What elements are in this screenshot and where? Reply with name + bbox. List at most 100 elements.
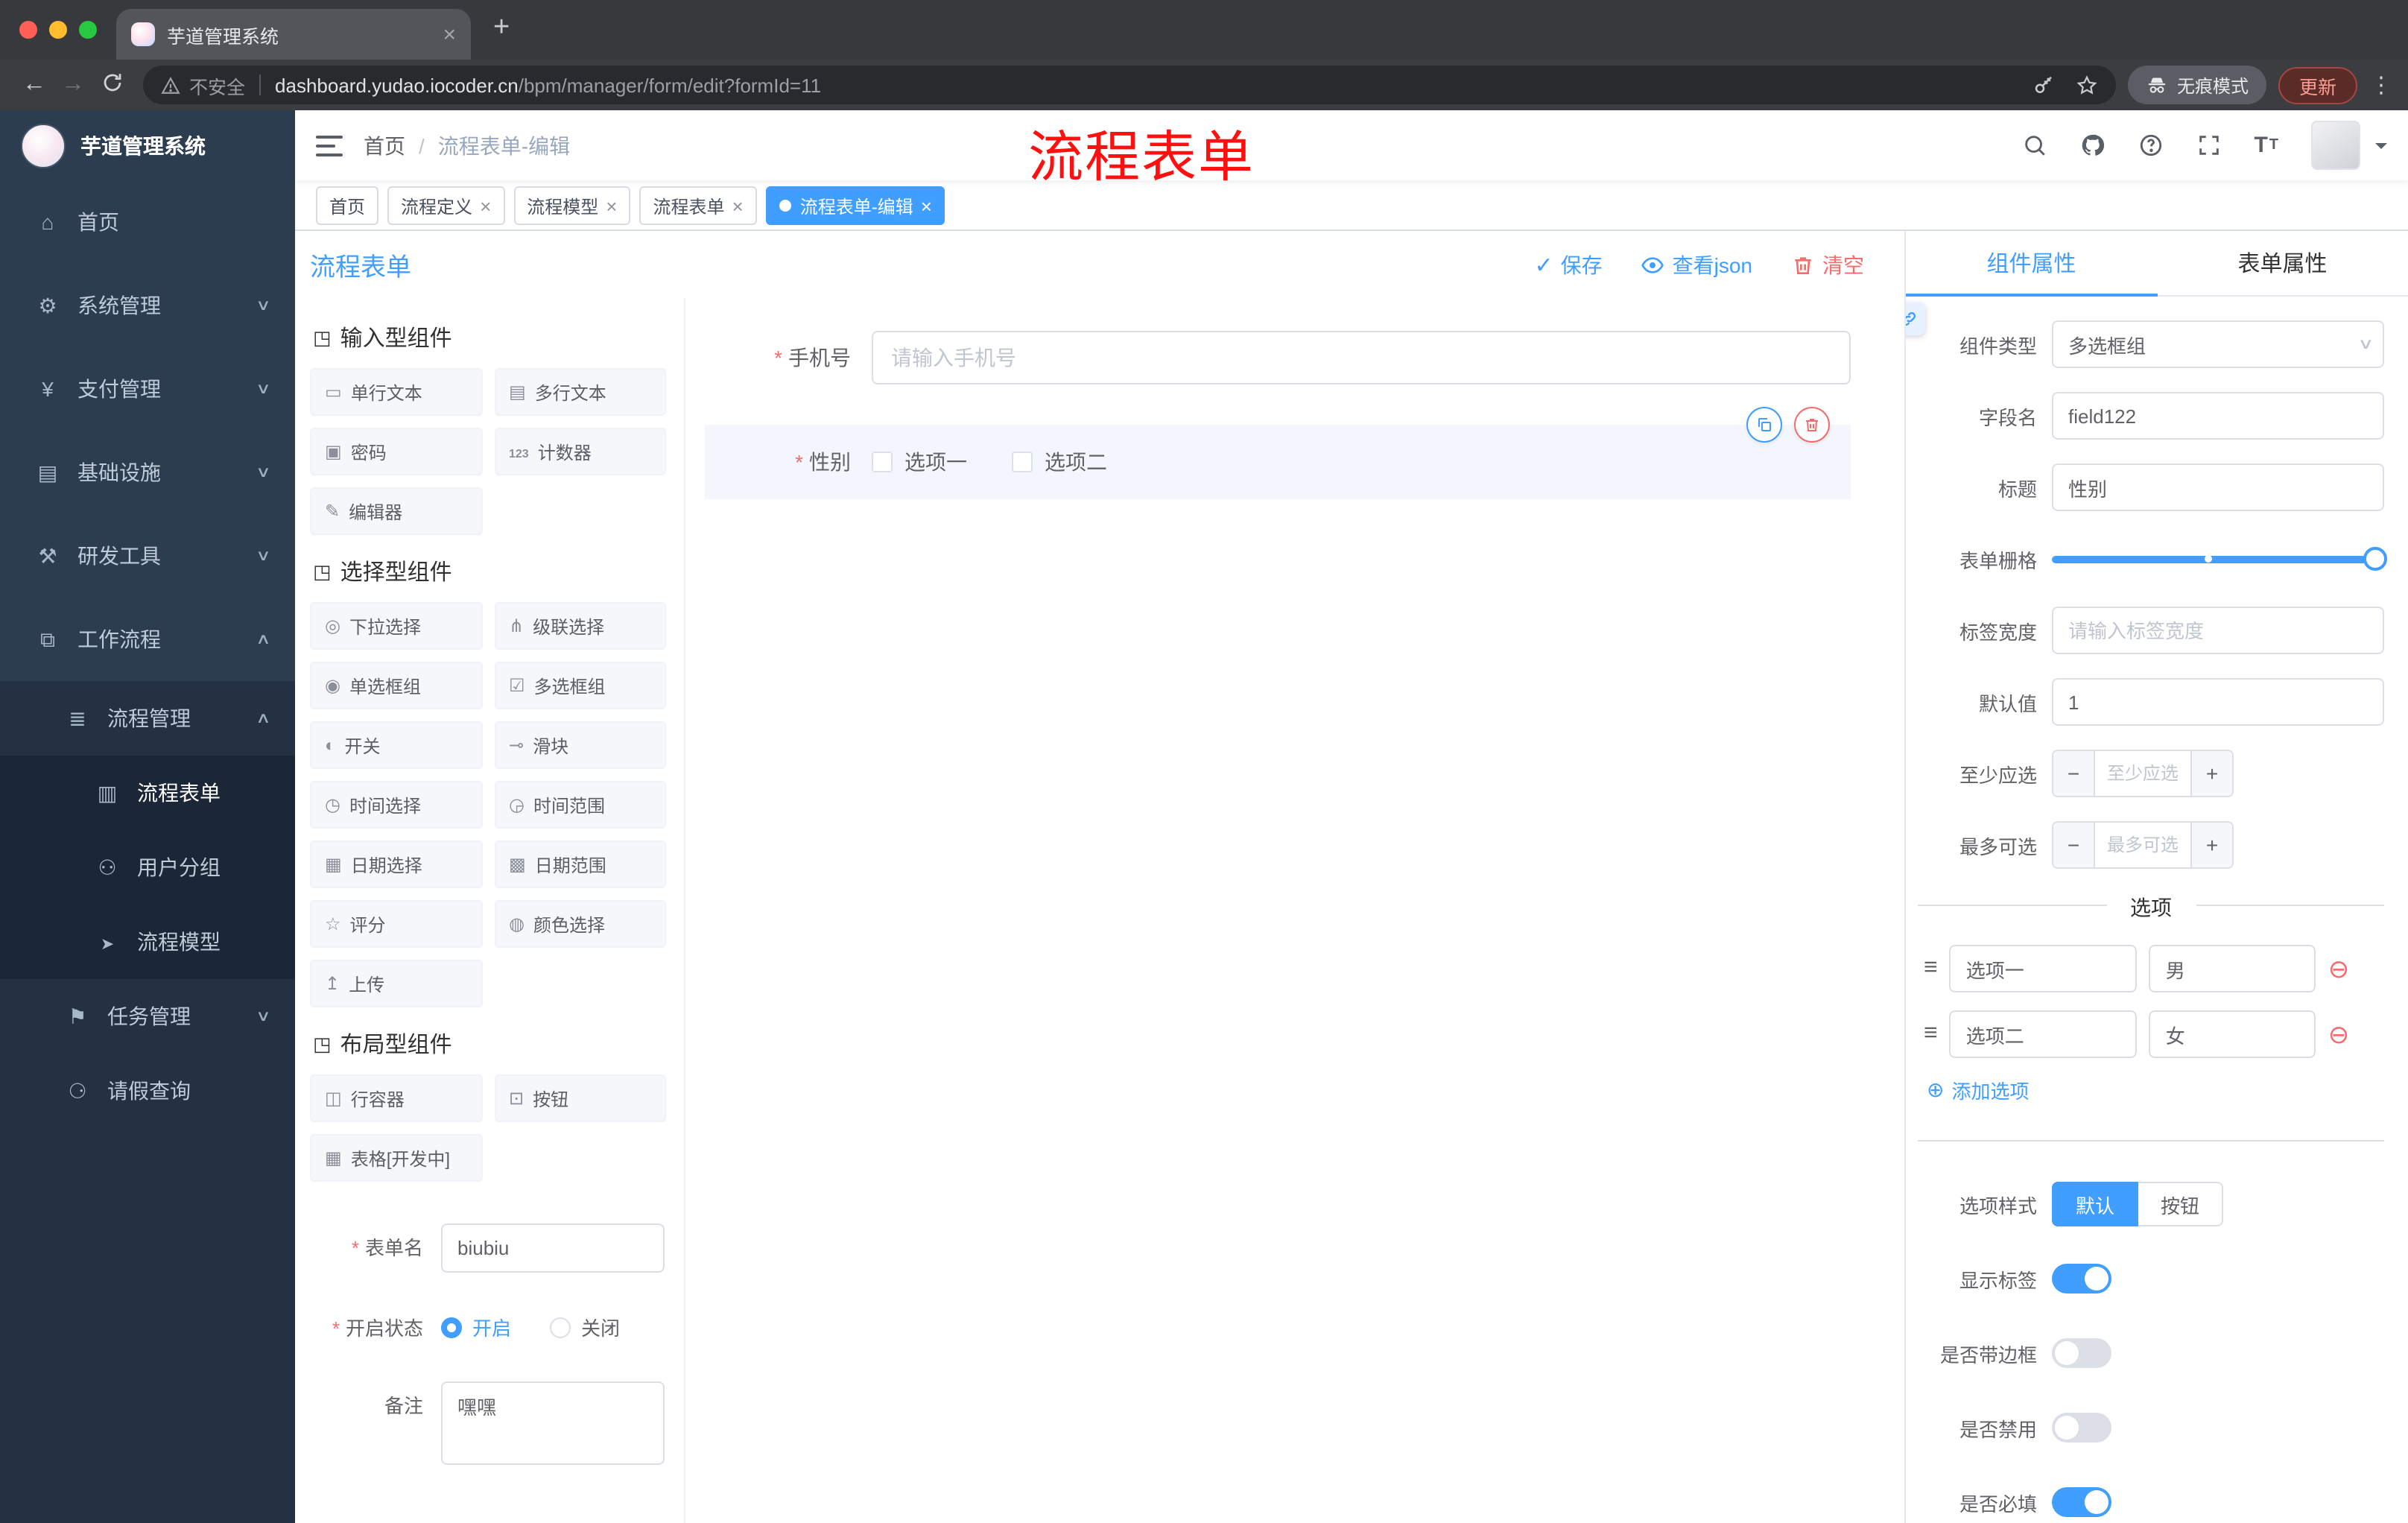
sidebar-item-payment[interactable]: 支付管理 xyxy=(0,347,295,431)
window-zoom-button[interactable] xyxy=(79,21,97,39)
palette-item-radio-group[interactable]: 单选框组 xyxy=(310,662,482,709)
required-switch[interactable] xyxy=(2052,1487,2111,1517)
fullscreen-icon[interactable] xyxy=(2196,133,2221,158)
palette-item-button[interactable]: 按钮 xyxy=(494,1074,666,1122)
palette-item-rate[interactable]: 评分 xyxy=(310,900,482,948)
min-checked-input[interactable] xyxy=(2095,751,2190,796)
sidebar-item-leave-query[interactable]: 请假查询 xyxy=(0,1054,295,1128)
palette-item-date-picker[interactable]: 日期选择 xyxy=(310,840,482,888)
decrease-button[interactable] xyxy=(2053,823,2095,867)
palette-item-cascader[interactable]: 级联选择 xyxy=(494,602,666,650)
form-name-input[interactable] xyxy=(441,1223,665,1273)
copy-widget-button[interactable] xyxy=(1746,407,1782,443)
tab-close-icon[interactable] xyxy=(443,23,456,45)
tag-process-form-edit[interactable]: 流程表单-编辑 xyxy=(765,186,945,225)
sidebar-item-process-management[interactable]: 流程管理 xyxy=(0,681,295,756)
link-icon[interactable] xyxy=(1906,303,1925,335)
sidebar-item-process-form[interactable]: 流程表单 xyxy=(0,756,295,830)
max-checked-input[interactable] xyxy=(2095,823,2190,867)
close-icon[interactable] xyxy=(480,196,491,215)
sidebar-item-user-group[interactable]: 用户分组 xyxy=(0,830,295,905)
palette-item-editor[interactable]: 编辑器 xyxy=(310,487,482,535)
bookmark-star-icon[interactable] xyxy=(2076,74,2098,96)
disabled-switch[interactable] xyxy=(2052,1413,2111,1443)
status-off-radio[interactable]: 关闭 xyxy=(550,1313,620,1341)
form-remark-textarea[interactable]: 嘿嘿 xyxy=(441,1381,665,1465)
palette-item-switch[interactable]: 开关 xyxy=(310,721,482,769)
selected-gender-widget[interactable]: 性别 选项一 选项二 xyxy=(705,407,1851,499)
show-label-switch[interactable] xyxy=(2052,1264,2111,1294)
app-logo[interactable]: 芋道管理系统 xyxy=(0,110,295,180)
tab-component-props[interactable]: 组件属性 xyxy=(1906,231,2157,297)
option-value-input[interactable] xyxy=(2149,1010,2316,1058)
drag-handle-icon[interactable] xyxy=(1924,1021,1938,1048)
palette-item-upload[interactable]: 上传 xyxy=(310,960,482,1007)
clear-button[interactable]: 清空 xyxy=(1791,250,1864,279)
sidebar-item-process-model[interactable]: 流程模型 xyxy=(0,905,295,979)
option-label-input[interactable] xyxy=(1949,1010,2138,1058)
tag-process-model[interactable]: 流程模型 xyxy=(513,186,631,225)
component-type-select[interactable]: 多选框组 xyxy=(2052,320,2384,368)
view-json-button[interactable]: 查看json xyxy=(1641,250,1752,279)
sidebar-item-workflow[interactable]: 工作流程 xyxy=(0,598,295,681)
new-tab-button[interactable] xyxy=(493,13,510,42)
palette-item-row-container[interactable]: 行容器 xyxy=(310,1074,482,1122)
increase-button[interactable] xyxy=(2190,751,2232,796)
window-close-button[interactable] xyxy=(19,21,37,39)
status-on-radio[interactable]: 开启 xyxy=(441,1313,511,1341)
avatar-caret-down-icon[interactable] xyxy=(2375,142,2387,154)
sidebar-collapse-icon[interactable] xyxy=(316,135,343,156)
back-button[interactable] xyxy=(15,72,54,98)
sidebar-item-task-management[interactable]: 任务管理 xyxy=(0,979,295,1054)
option-value-input[interactable] xyxy=(2149,945,2316,992)
label-width-input[interactable] xyxy=(2052,607,2384,654)
security-label[interactable]: 不安全 xyxy=(189,71,245,99)
option-style-default-button[interactable]: 默认 xyxy=(2052,1182,2139,1226)
palette-item-single-line-text[interactable]: 单行文本 xyxy=(310,368,482,416)
palette-item-time-range[interactable]: 时间范围 xyxy=(494,781,666,829)
save-button[interactable]: 保存 xyxy=(1534,250,1603,279)
sidebar-item-devtools[interactable]: 研发工具 xyxy=(0,514,295,598)
palette-item-color-picker[interactable]: 颜色选择 xyxy=(494,900,666,948)
palette-item-table[interactable]: 表格[开发中] xyxy=(310,1134,482,1182)
palette-item-slider[interactable]: 滑块 xyxy=(494,721,666,769)
reload-button[interactable] xyxy=(92,72,131,98)
address-bar[interactable]: 不安全 dashboard.yudao.iocoder.cn/bpm/manag… xyxy=(143,66,2116,104)
password-key-icon[interactable] xyxy=(2032,74,2055,96)
increase-button[interactable] xyxy=(2190,823,2232,867)
forward-button[interactable] xyxy=(54,72,92,98)
sidebar-item-home[interactable]: 首页 xyxy=(0,180,295,264)
slider-handle[interactable] xyxy=(2363,547,2387,571)
sidebar-item-system[interactable]: 系统管理 xyxy=(0,264,295,347)
browser-menu-icon[interactable] xyxy=(2369,72,2393,98)
update-button[interactable]: 更新 xyxy=(2278,66,2357,104)
tag-process-form[interactable]: 流程表单 xyxy=(639,186,757,225)
palette-item-multi-line-text[interactable]: 多行文本 xyxy=(494,368,666,416)
remove-option-icon[interactable] xyxy=(2328,1022,2350,1047)
window-minimize-button[interactable] xyxy=(49,21,67,39)
border-switch[interactable] xyxy=(2052,1338,2111,1368)
drag-handle-icon[interactable] xyxy=(1924,955,1938,982)
field-name-input[interactable] xyxy=(2052,392,2384,440)
default-value-input[interactable] xyxy=(2052,678,2384,726)
palette-item-select[interactable]: 下拉选择 xyxy=(310,602,482,650)
github-icon[interactable] xyxy=(2079,133,2105,158)
gender-option-2-checkbox[interactable]: 选项二 xyxy=(1012,447,1107,477)
palette-item-checkbox-group[interactable]: 多选框组 xyxy=(494,662,666,709)
palette-item-date-range[interactable]: 日期范围 xyxy=(494,840,666,888)
add-option-button[interactable]: 添加选项 xyxy=(1927,1076,2408,1104)
option-style-button-button[interactable]: 按钮 xyxy=(2138,1182,2224,1226)
close-icon[interactable] xyxy=(921,196,932,215)
gender-option-1-checkbox[interactable]: 选项一 xyxy=(872,447,967,477)
tag-process-definition[interactable]: 流程定义 xyxy=(387,186,505,225)
tag-home[interactable]: 首页 xyxy=(316,186,379,225)
title-input[interactable] xyxy=(2052,463,2384,511)
decrease-button[interactable] xyxy=(2053,751,2095,796)
browser-tab[interactable]: 芋道管理系统 xyxy=(116,9,471,60)
delete-widget-button[interactable] xyxy=(1794,407,1830,443)
phone-input[interactable] xyxy=(872,331,1851,384)
tab-form-props[interactable]: 表单属性 xyxy=(2157,231,2408,295)
breadcrumb-home[interactable]: 首页 xyxy=(364,130,405,160)
palette-item-counter[interactable]: 计数器 xyxy=(494,428,666,475)
font-size-icon[interactable] xyxy=(2254,133,2278,158)
